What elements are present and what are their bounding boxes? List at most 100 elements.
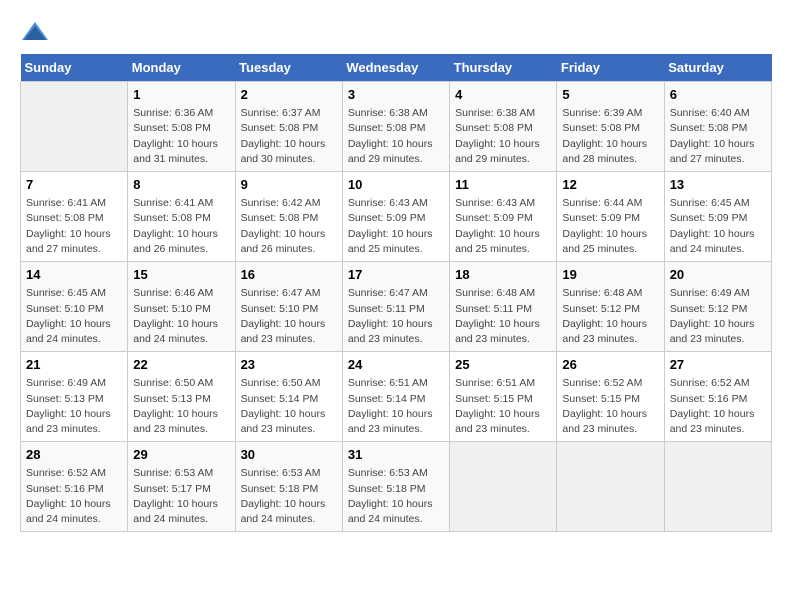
calendar-cell: 21 Sunrise: 6:49 AM Sunset: 5:13 PM Dayli… — [21, 352, 128, 442]
day-number: 3 — [348, 86, 444, 104]
logo — [20, 20, 54, 44]
day-header-thursday: Thursday — [450, 54, 557, 82]
day-number: 10 — [348, 176, 444, 194]
day-info: Sunrise: 6:38 AM Sunset: 5:08 PM Dayligh… — [455, 106, 551, 167]
day-info: Sunrise: 6:42 AM Sunset: 5:08 PM Dayligh… — [241, 196, 337, 257]
day-header-sunday: Sunday — [21, 54, 128, 82]
calendar-cell: 18 Sunrise: 6:48 AM Sunset: 5:11 PM Dayli… — [450, 262, 557, 352]
day-info: Sunrise: 6:51 AM Sunset: 5:14 PM Dayligh… — [348, 376, 444, 437]
day-info: Sunrise: 6:41 AM Sunset: 5:08 PM Dayligh… — [26, 196, 122, 257]
day-info: Sunrise: 6:49 AM Sunset: 5:12 PM Dayligh… — [670, 286, 766, 347]
calendar-cell: 19 Sunrise: 6:48 AM Sunset: 5:12 PM Dayli… — [557, 262, 664, 352]
day-info: Sunrise: 6:46 AM Sunset: 5:10 PM Dayligh… — [133, 286, 229, 347]
day-info: Sunrise: 6:45 AM Sunset: 5:10 PM Dayligh… — [26, 286, 122, 347]
calendar-week-row: 21 Sunrise: 6:49 AM Sunset: 5:13 PM Dayli… — [21, 352, 772, 442]
calendar-cell: 1 Sunrise: 6:36 AM Sunset: 5:08 PM Daylig… — [128, 82, 235, 172]
day-number: 8 — [133, 176, 229, 194]
calendar-cell: 23 Sunrise: 6:50 AM Sunset: 5:14 PM Dayli… — [235, 352, 342, 442]
day-number: 1 — [133, 86, 229, 104]
day-number: 16 — [241, 266, 337, 284]
calendar-table: SundayMondayTuesdayWednesdayThursdayFrid… — [20, 54, 772, 532]
day-number: 6 — [670, 86, 766, 104]
calendar-cell: 17 Sunrise: 6:47 AM Sunset: 5:11 PM Dayli… — [342, 262, 449, 352]
day-info: Sunrise: 6:40 AM Sunset: 5:08 PM Dayligh… — [670, 106, 766, 167]
day-number: 27 — [670, 356, 766, 374]
day-info: Sunrise: 6:53 AM Sunset: 5:18 PM Dayligh… — [241, 466, 337, 527]
day-info: Sunrise: 6:37 AM Sunset: 5:08 PM Dayligh… — [241, 106, 337, 167]
day-info: Sunrise: 6:36 AM Sunset: 5:08 PM Dayligh… — [133, 106, 229, 167]
days-header-row: SundayMondayTuesdayWednesdayThursdayFrid… — [21, 54, 772, 82]
day-number: 24 — [348, 356, 444, 374]
day-header-friday: Friday — [557, 54, 664, 82]
day-number: 21 — [26, 356, 122, 374]
day-info: Sunrise: 6:47 AM Sunset: 5:11 PM Dayligh… — [348, 286, 444, 347]
calendar-cell: 14Sunrise: 6:45 AM Sunset: 5:10 PM Dayli… — [21, 262, 128, 352]
day-info: Sunrise: 6:50 AM Sunset: 5:14 PM Dayligh… — [241, 376, 337, 437]
calendar-cell: 12 Sunrise: 6:44 AM Sunset: 5:09 PM Dayli… — [557, 172, 664, 262]
day-number: 18 — [455, 266, 551, 284]
calendar-cell — [664, 442, 771, 532]
day-number: 23 — [241, 356, 337, 374]
day-number: 7 — [26, 176, 122, 194]
calendar-week-row: 1 Sunrise: 6:36 AM Sunset: 5:08 PM Daylig… — [21, 82, 772, 172]
calendar-cell: 2 Sunrise: 6:37 AM Sunset: 5:08 PM Daylig… — [235, 82, 342, 172]
day-number: 13 — [670, 176, 766, 194]
day-number: 29 — [133, 446, 229, 464]
day-number: 2 — [241, 86, 337, 104]
calendar-cell: 13Sunrise: 6:45 AM Sunset: 5:09 PM Dayli… — [664, 172, 771, 262]
day-number: 31 — [348, 446, 444, 464]
calendar-cell: 15 Sunrise: 6:46 AM Sunset: 5:10 PM Dayli… — [128, 262, 235, 352]
day-number: 4 — [455, 86, 551, 104]
calendar-cell: 20 Sunrise: 6:49 AM Sunset: 5:12 PM Dayli… — [664, 262, 771, 352]
day-number: 12 — [562, 176, 658, 194]
calendar-cell: 9Sunrise: 6:42 AM Sunset: 5:08 PM Daylig… — [235, 172, 342, 262]
day-number: 26 — [562, 356, 658, 374]
calendar-cell: 8 Sunrise: 6:41 AM Sunset: 5:08 PM Daylig… — [128, 172, 235, 262]
day-header-monday: Monday — [128, 54, 235, 82]
day-info: Sunrise: 6:48 AM Sunset: 5:12 PM Dayligh… — [562, 286, 658, 347]
calendar-cell — [557, 442, 664, 532]
calendar-cell: 29 Sunrise: 6:53 AM Sunset: 5:17 PM Dayli… — [128, 442, 235, 532]
day-number: 19 — [562, 266, 658, 284]
calendar-cell: 16 Sunrise: 6:47 AM Sunset: 5:10 PM Dayli… — [235, 262, 342, 352]
calendar-week-row: 14Sunrise: 6:45 AM Sunset: 5:10 PM Dayli… — [21, 262, 772, 352]
calendar-week-row: 28Sunrise: 6:52 AM Sunset: 5:16 PM Dayli… — [21, 442, 772, 532]
day-header-wednesday: Wednesday — [342, 54, 449, 82]
day-number: 20 — [670, 266, 766, 284]
day-info: Sunrise: 6:44 AM Sunset: 5:09 PM Dayligh… — [562, 196, 658, 257]
day-number: 30 — [241, 446, 337, 464]
calendar-cell — [450, 442, 557, 532]
calendar-cell: 11Sunrise: 6:43 AM Sunset: 5:09 PM Dayli… — [450, 172, 557, 262]
calendar-cell: 7 Sunrise: 6:41 AM Sunset: 5:08 PM Daylig… — [21, 172, 128, 262]
calendar-cell: 3 Sunrise: 6:38 AM Sunset: 5:08 PM Daylig… — [342, 82, 449, 172]
calendar-cell: 30 Sunrise: 6:53 AM Sunset: 5:18 PM Dayli… — [235, 442, 342, 532]
day-number: 5 — [562, 86, 658, 104]
calendar-cell — [21, 82, 128, 172]
calendar-cell: 27Sunrise: 6:52 AM Sunset: 5:16 PM Dayli… — [664, 352, 771, 442]
calendar-cell: 25Sunrise: 6:51 AM Sunset: 5:15 PM Dayli… — [450, 352, 557, 442]
day-info: Sunrise: 6:43 AM Sunset: 5:09 PM Dayligh… — [348, 196, 444, 257]
calendar-cell: 26 Sunrise: 6:52 AM Sunset: 5:15 PM Dayli… — [557, 352, 664, 442]
day-number: 15 — [133, 266, 229, 284]
day-number: 25 — [455, 356, 551, 374]
calendar-cell: 10 Sunrise: 6:43 AM Sunset: 5:09 PM Dayli… — [342, 172, 449, 262]
day-header-saturday: Saturday — [664, 54, 771, 82]
day-info: Sunrise: 6:52 AM Sunset: 5:15 PM Dayligh… — [562, 376, 658, 437]
calendar-cell: 31Sunrise: 6:53 AM Sunset: 5:18 PM Dayli… — [342, 442, 449, 532]
day-number: 17 — [348, 266, 444, 284]
day-info: Sunrise: 6:43 AM Sunset: 5:09 PM Dayligh… — [455, 196, 551, 257]
day-info: Sunrise: 6:47 AM Sunset: 5:10 PM Dayligh… — [241, 286, 337, 347]
calendar-cell: 5 Sunrise: 6:39 AM Sunset: 5:08 PM Daylig… — [557, 82, 664, 172]
day-info: Sunrise: 6:48 AM Sunset: 5:11 PM Dayligh… — [455, 286, 551, 347]
page-header — [20, 20, 772, 44]
day-info: Sunrise: 6:53 AM Sunset: 5:17 PM Dayligh… — [133, 466, 229, 527]
day-header-tuesday: Tuesday — [235, 54, 342, 82]
day-info: Sunrise: 6:49 AM Sunset: 5:13 PM Dayligh… — [26, 376, 122, 437]
day-info: Sunrise: 6:41 AM Sunset: 5:08 PM Dayligh… — [133, 196, 229, 257]
calendar-cell: 4 Sunrise: 6:38 AM Sunset: 5:08 PM Daylig… — [450, 82, 557, 172]
calendar-cell: 28Sunrise: 6:52 AM Sunset: 5:16 PM Dayli… — [21, 442, 128, 532]
day-info: Sunrise: 6:38 AM Sunset: 5:08 PM Dayligh… — [348, 106, 444, 167]
day-info: Sunrise: 6:50 AM Sunset: 5:13 PM Dayligh… — [133, 376, 229, 437]
day-info: Sunrise: 6:39 AM Sunset: 5:08 PM Dayligh… — [562, 106, 658, 167]
day-number: 22 — [133, 356, 229, 374]
